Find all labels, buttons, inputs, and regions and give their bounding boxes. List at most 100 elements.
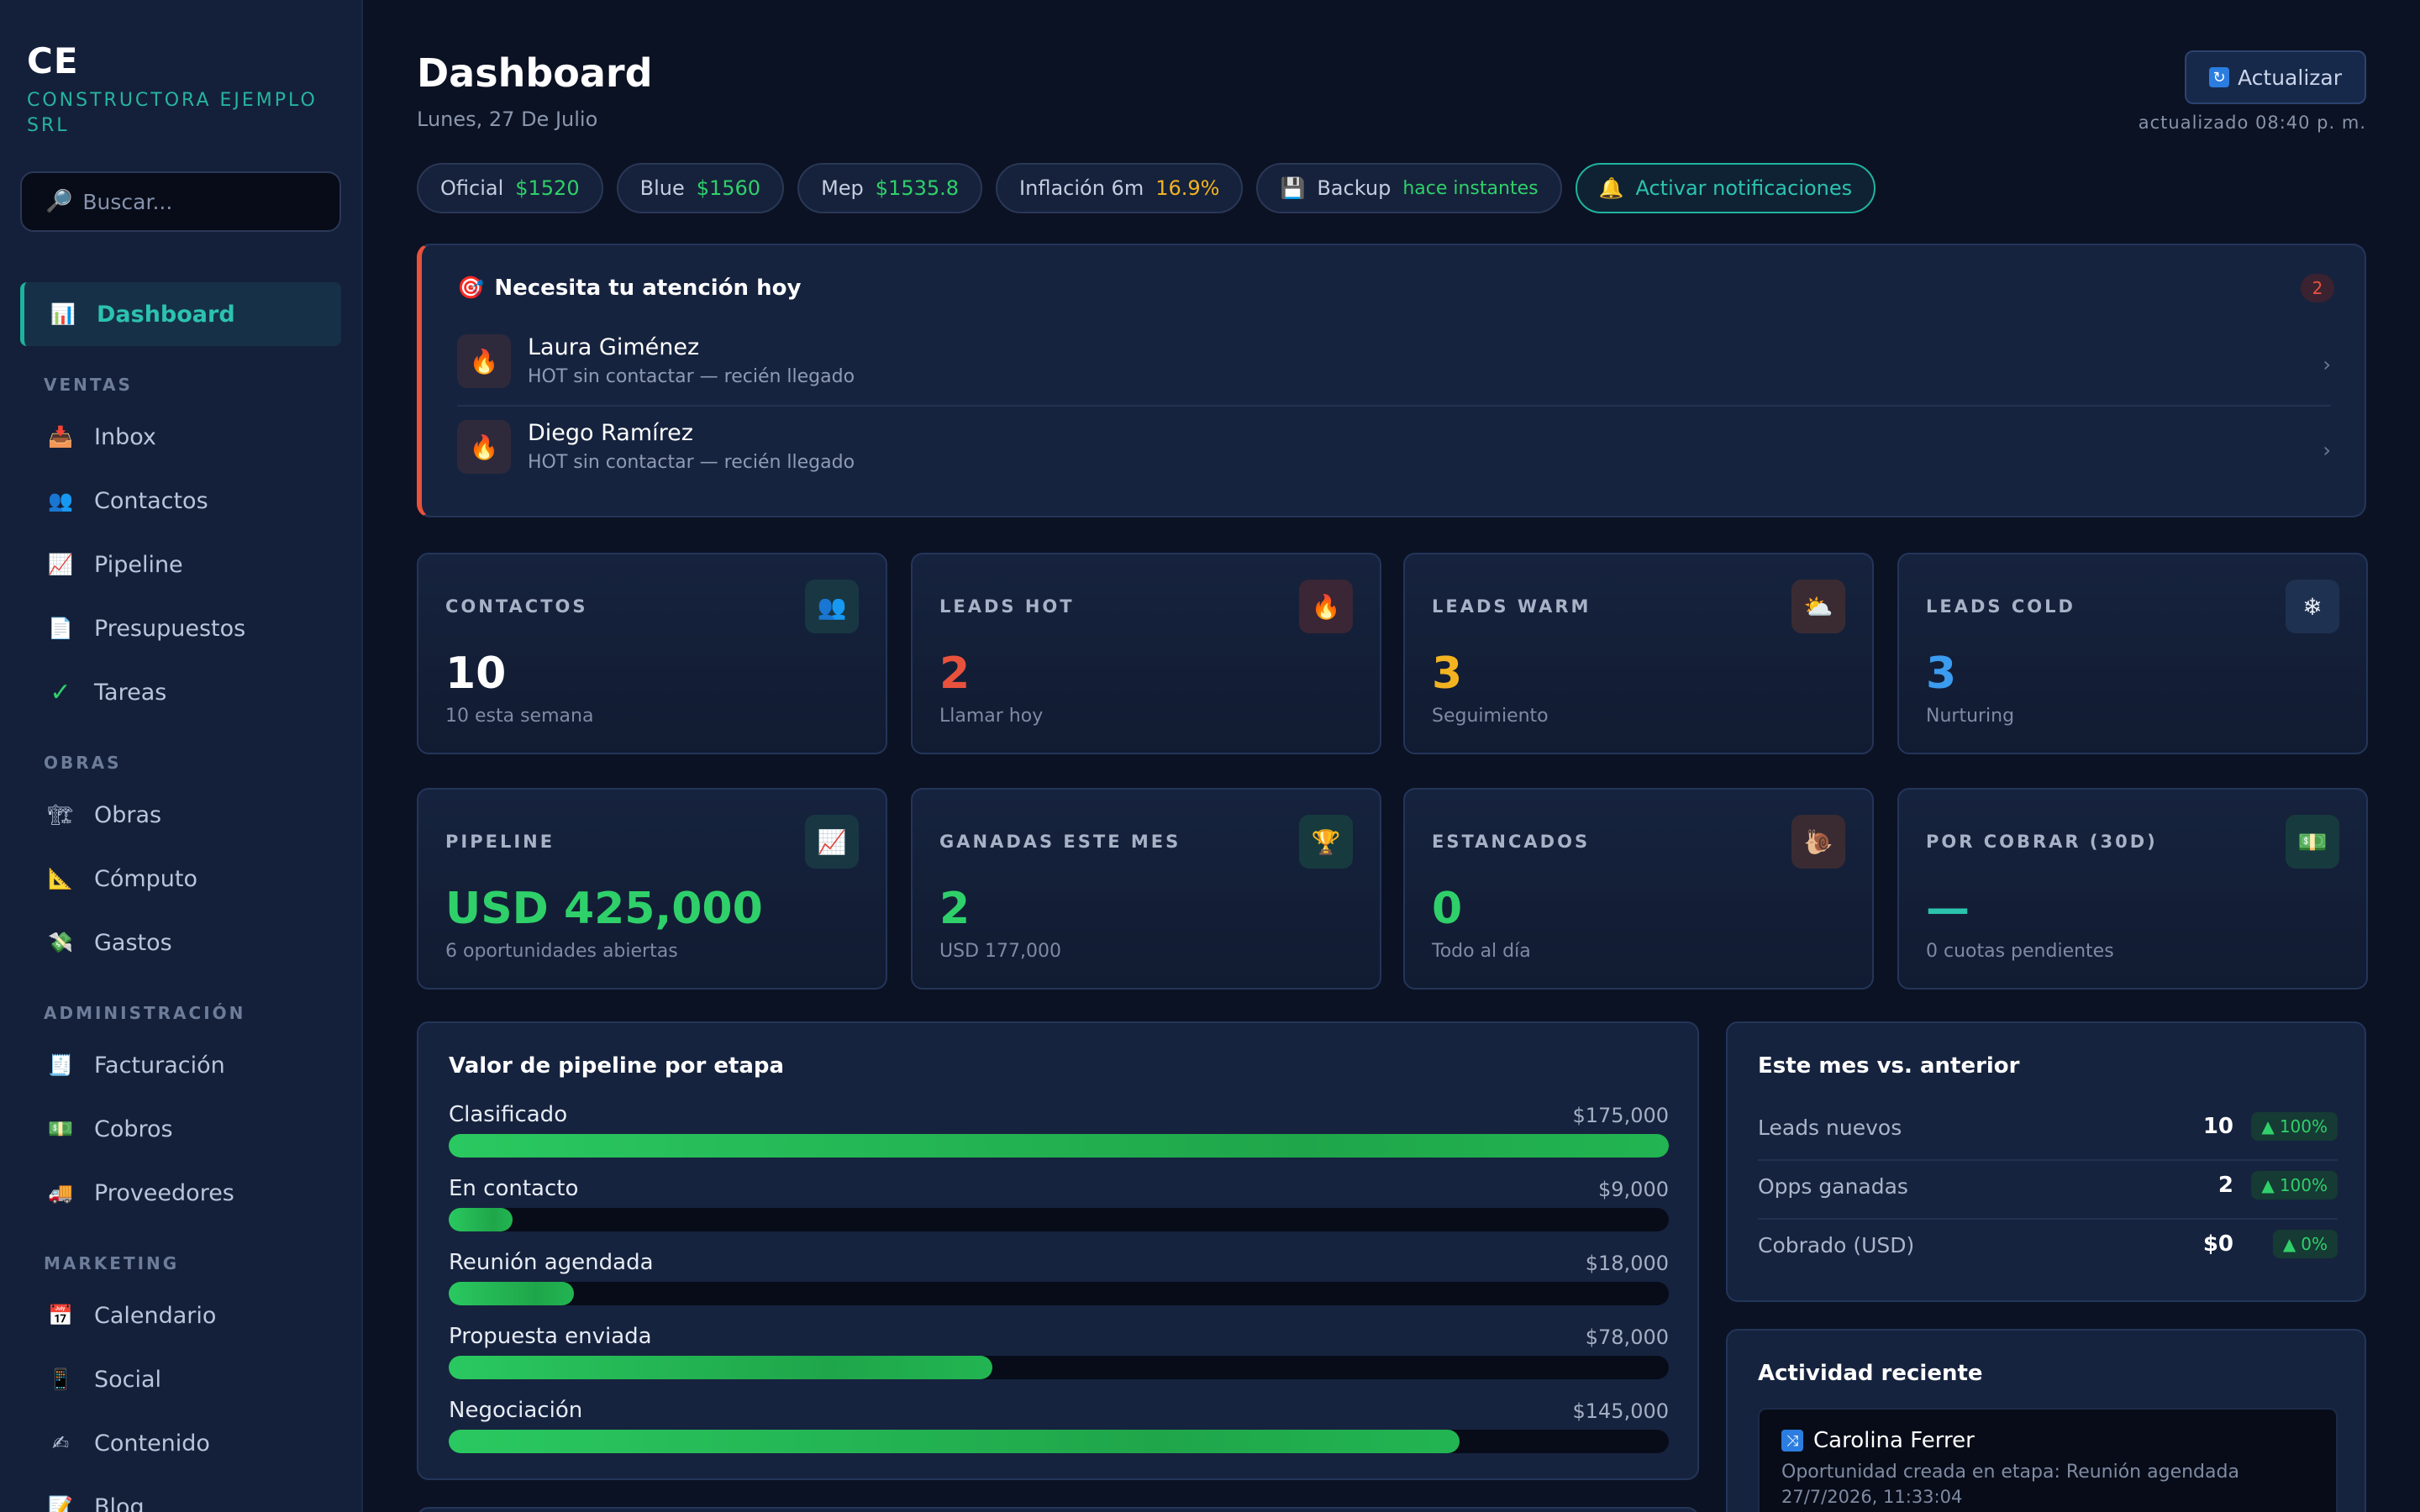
section-administracion: ADMINISTRACIÓN (44, 1003, 246, 1023)
target-icon: 🎯 (457, 276, 485, 301)
stage-bar-track (449, 1430, 1669, 1453)
comparison-metric: Cobrado (USD) (1758, 1233, 1915, 1257)
chip-value: $1560 (696, 176, 761, 200)
chevron-right-icon: › (2323, 438, 2331, 462)
stat-card-pipeline[interactable]: PIPELINE 📈 USD 425,000 6 oportunidades a… (417, 788, 887, 990)
triangle-up-icon: ▲ (2261, 1175, 2275, 1195)
sidebar-item-facturacion[interactable]: 🧾 Facturación (47, 1043, 225, 1087)
activity-item-desc: Oportunidad creada en etapa: Reunión age… (1781, 1462, 2239, 1483)
chip-label: Oficial (440, 176, 504, 200)
stat-card-estancados[interactable]: ESTANCADOS 🐌 0 Todo al día (1403, 788, 1874, 990)
activity-item[interactable]: ⤨ Carolina Ferrer Oportunidad creada en … (1758, 1408, 2338, 1512)
stat-value: 0 (1432, 884, 1463, 934)
sidebar-item-label: Obras (94, 801, 162, 828)
stat-sub: USD 177,000 (939, 941, 1061, 962)
change-badge: ▲ 100% (2251, 1171, 2338, 1200)
sidebar-item-inbox[interactable]: 📥 Inbox (47, 415, 156, 459)
stat-card-por-cobrar[interactable]: POR COBRAR (30D) 💵 — 0 cuotas pendientes (1897, 788, 2368, 990)
refresh-button[interactable]: ↻ Actualizar (2185, 50, 2366, 104)
sidebar-item-contenido[interactable]: ✍ Contenido (47, 1421, 210, 1465)
stat-sub: Llamar hoy (939, 706, 1044, 727)
sidebar-item-proveedores[interactable]: 🚚 Proveedores (47, 1171, 234, 1215)
stat-sub: 6 oportunidades abiertas (445, 941, 678, 962)
stat-card-leads-cold[interactable]: LEADS COLD ❄ 3 Nurturing (1897, 553, 2368, 754)
stage-bar (449, 1134, 1669, 1158)
attention-title-text: Necesita tu atención hoy (494, 276, 802, 301)
shuffle-icon: ⤨ (1781, 1430, 1803, 1452)
stat-card-contactos[interactable]: CONTACTOS 👥 10 10 esta semana (417, 553, 887, 754)
chip-label: Backup (1317, 176, 1392, 200)
section-obras: OBRAS (44, 753, 122, 773)
stat-card-ganadas[interactable]: GANADAS ESTE MES 🏆 2 USD 177,000 (911, 788, 1381, 990)
attention-item[interactable]: 🔥 Diego Ramírez HOT sin contactar — reci… (457, 413, 2331, 494)
sidebar-item-computo[interactable]: 📐 Cómputo (47, 857, 197, 900)
sidebar-item-social[interactable]: 📱 Social (47, 1357, 161, 1401)
stat-label: LEADS WARM (1432, 596, 1591, 617)
change-badge: ▲ 0% (2272, 1230, 2338, 1258)
comparison-row: Leads nuevos 10 ▲ 100% (1758, 1100, 2338, 1158)
sidebar-item-dashboard[interactable]: 📊 Dashboard (20, 282, 341, 346)
stage-amount: $18,000 (1585, 1252, 1669, 1275)
stage-bar-track (449, 1208, 1669, 1231)
stat-label: LEADS COLD (1926, 596, 2075, 617)
chart-up-icon: 📈 (805, 815, 859, 869)
sidebar-item-pipeline[interactable]: 📈 Pipeline (47, 543, 183, 586)
sidebar-item-calendario[interactable]: 📅 Calendario (47, 1294, 216, 1337)
stat-card-leads-warm[interactable]: LEADS WARM ⛅ 3 Seguimiento (1403, 553, 1874, 754)
enable-notifications-button[interactable]: 🔔 Activar notificaciones (1575, 163, 1876, 213)
sidebar-item-contactos[interactable]: 👥 Contactos (47, 479, 208, 522)
trophy-icon: 🏆 (1299, 815, 1353, 869)
sidebar-item-label: Gastos (94, 929, 172, 956)
banknote-icon: 💵 (2286, 815, 2339, 869)
pipeline-panel-title: Valor de pipeline por etapa (449, 1053, 785, 1079)
phone-icon: 📱 (48, 1368, 73, 1391)
sidebar-item-blog[interactable]: 📝 Blog (47, 1485, 145, 1512)
search-box[interactable]: 🔎 (20, 171, 341, 232)
sidebar-item-cobros[interactable]: 💵 Cobros (47, 1107, 173, 1151)
page-icon: 📄 (48, 617, 73, 640)
stage-name: Propuesta enviada (449, 1324, 652, 1349)
brand[interactable]: CE CONSTRUCTORA EJEMPLO SRL (27, 40, 329, 139)
stage-bar (449, 1430, 1460, 1453)
comparison-metric: Opps ganadas (1758, 1174, 1908, 1199)
attention-item-detail: HOT sin contactar — recién llegado (528, 452, 855, 473)
chevron-right-icon: › (2323, 353, 2331, 376)
stage-bar (449, 1356, 992, 1379)
change-value: 100% (2279, 1116, 2328, 1137)
stage-name: Clasificado (449, 1102, 568, 1127)
attention-item[interactable]: 🔥 Laura Giménez HOT sin contactar — reci… (457, 328, 2331, 408)
chip-blue: Blue $1560 (616, 163, 785, 213)
construction-crane-icon: 🏗 (47, 803, 74, 827)
people-icon: 👥 (48, 489, 73, 512)
stat-value: 2 (939, 884, 971, 934)
receipt-icon: 🧾 (48, 1053, 73, 1077)
rates-bar: Oficial $1520 Blue $1560 Mep $1535.8 Inf… (417, 163, 1876, 213)
pencil-icon: ✍ (51, 1431, 70, 1455)
attention-title: 🎯 Necesita tu atención hoy (457, 276, 801, 301)
checkmark-icon: ✓ (50, 677, 71, 707)
pipeline-stage: Propuesta enviada $78,000 (449, 1324, 1669, 1391)
magnifier-icon: 🔎 (45, 189, 73, 214)
triangle-ruler-icon: 📐 (48, 867, 73, 890)
sidebar-item-tareas[interactable]: ✓ Tareas (47, 670, 166, 714)
sidebar-item-gastos[interactable]: 💸 Gastos (47, 921, 172, 964)
stat-value: 10 (445, 648, 507, 699)
sidebar-item-label: Social (94, 1366, 162, 1393)
attention-item-name: Laura Giménez (528, 334, 700, 360)
change-badge: ▲ 100% (2251, 1112, 2338, 1141)
stat-card-leads-hot[interactable]: LEADS HOT 🔥 2 Llamar hoy (911, 553, 1381, 754)
chip-backup[interactable]: 💾 Backup hace instantes (1256, 163, 1562, 213)
stat-label: CONTACTOS (445, 596, 588, 617)
sidebar-item-label: Pipeline (94, 551, 183, 578)
sidebar-item-label: Inbox (94, 423, 156, 450)
triangle-up-icon: ▲ (2261, 1116, 2275, 1137)
attention-panel: 🎯 Necesita tu atención hoy 2 🔥 Laura Gim… (417, 244, 2366, 517)
sidebar-item-presupuestos[interactable]: 📄 Presupuestos (47, 606, 245, 650)
sidebar-item-obras[interactable]: 🏗 Obras (47, 793, 161, 837)
money-wings-icon: 💸 (48, 931, 73, 954)
sidebar: CE CONSTRUCTORA EJEMPLO SRL 🔎 📊 Dashboar… (0, 0, 363, 1512)
chart-bar-icon: 📊 (50, 302, 76, 326)
activity-item-name-text: Carolina Ferrer (1813, 1428, 1975, 1453)
refresh-icon: ↻ (2209, 67, 2229, 87)
search-input[interactable] (82, 189, 327, 214)
